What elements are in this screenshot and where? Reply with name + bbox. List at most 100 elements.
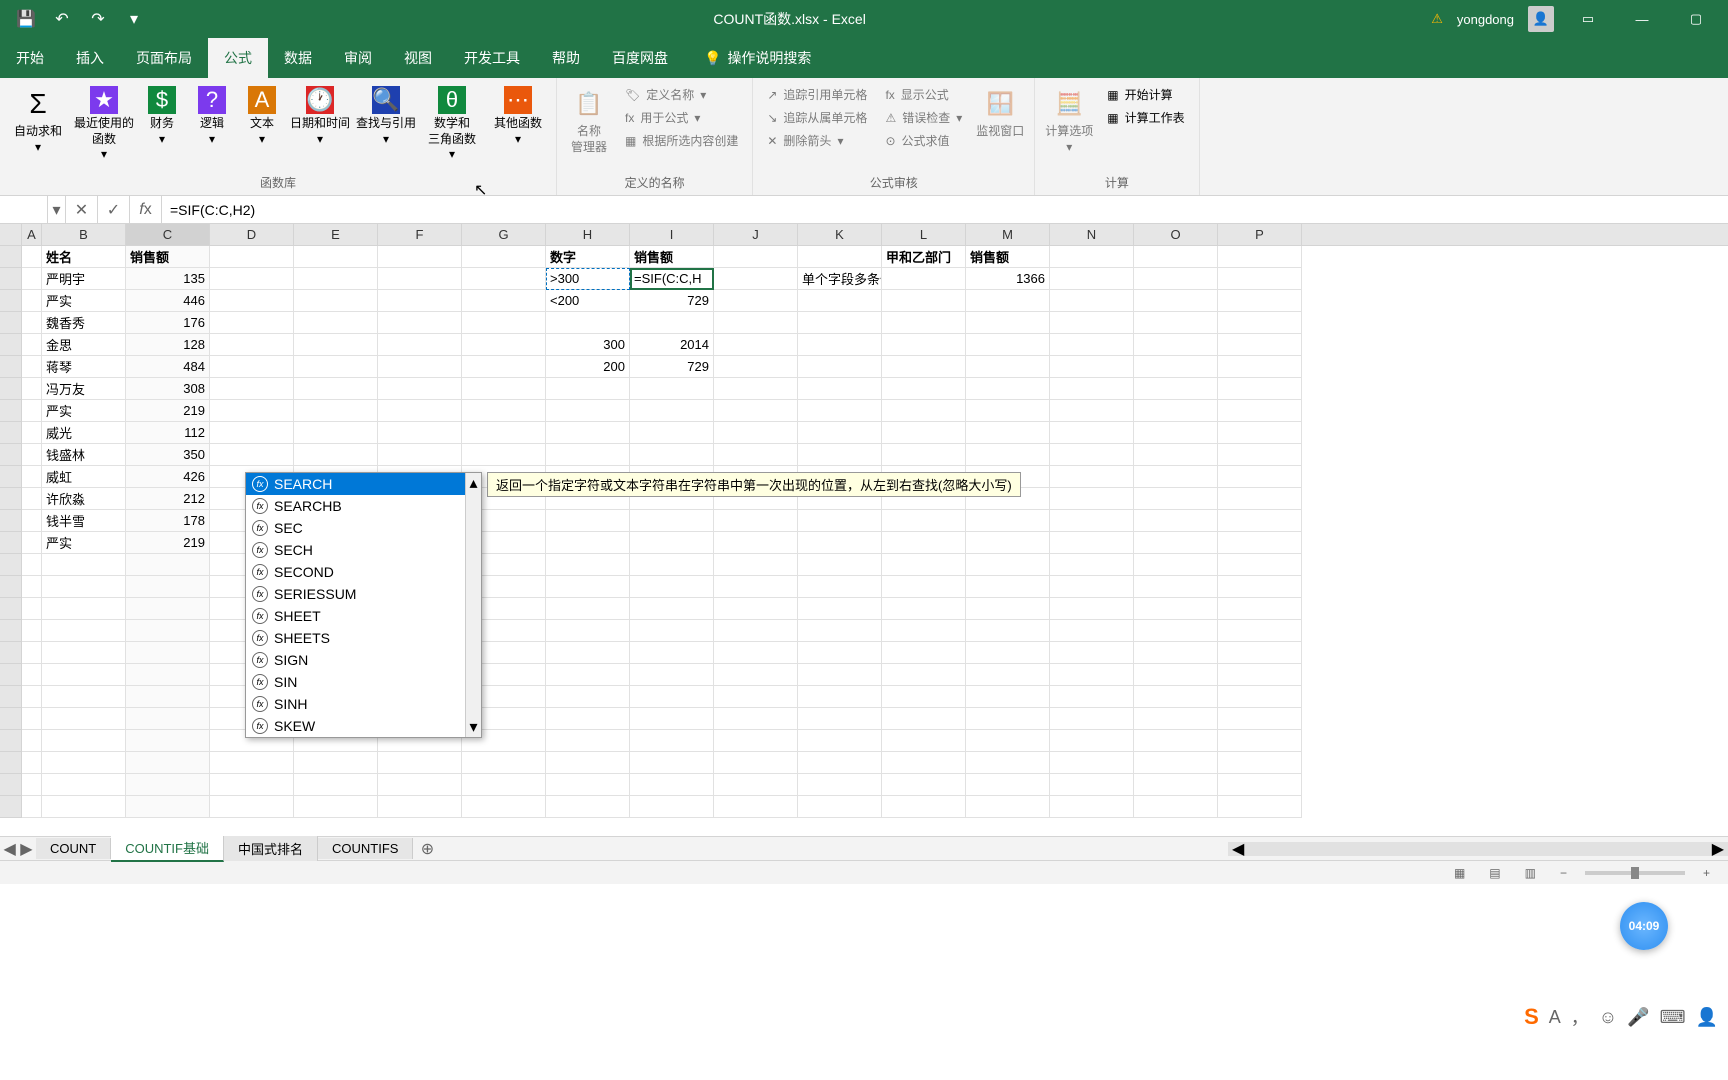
cell[interactable] [966, 400, 1050, 422]
cell[interactable] [882, 598, 966, 620]
cell[interactable] [714, 510, 798, 532]
cell[interactable] [714, 334, 798, 356]
ime-voice-icon[interactable]: 🎤 [1627, 1007, 1649, 1028]
cell[interactable] [546, 774, 630, 796]
cell[interactable] [1134, 466, 1218, 488]
cell[interactable] [126, 730, 210, 752]
cell[interactable] [462, 334, 546, 356]
cell[interactable] [546, 796, 630, 818]
autocomplete-item[interactable]: fxSHEET [246, 605, 481, 627]
cell[interactable] [546, 598, 630, 620]
formula-input[interactable] [162, 196, 1728, 223]
cell[interactable] [462, 378, 546, 400]
col-I[interactable]: I [630, 224, 714, 245]
autocomplete-item[interactable]: fxSERIESSUM [246, 583, 481, 605]
cell[interactable] [1050, 576, 1134, 598]
cell[interactable] [210, 312, 294, 334]
col-O[interactable]: O [1134, 224, 1218, 245]
cell[interactable] [966, 378, 1050, 400]
autosum-button[interactable]: Σ自动求和▾ [6, 82, 70, 172]
cell[interactable] [630, 444, 714, 466]
maximize-icon[interactable]: ▢ [1676, 0, 1716, 38]
eval-formula-button[interactable]: ⊙公式求值 [881, 130, 966, 151]
cell[interactable] [210, 246, 294, 268]
cell[interactable]: 威光 [42, 422, 126, 444]
cell[interactable] [378, 774, 462, 796]
cell[interactable] [378, 400, 462, 422]
cell[interactable] [630, 400, 714, 422]
cell[interactable]: <200 [546, 290, 630, 312]
cell[interactable] [1218, 510, 1302, 532]
cell[interactable] [42, 664, 126, 686]
col-P[interactable]: P [1218, 224, 1302, 245]
cell[interactable] [210, 752, 294, 774]
undo-icon[interactable]: ↶ [48, 5, 76, 33]
cell[interactable]: 严实 [42, 290, 126, 312]
cell[interactable] [22, 246, 42, 268]
cell[interactable] [798, 356, 882, 378]
col-C[interactable]: C [126, 224, 210, 245]
cell[interactable] [546, 400, 630, 422]
cell[interactable] [1134, 796, 1218, 818]
cell[interactable] [882, 686, 966, 708]
cell[interactable] [630, 774, 714, 796]
cell[interactable] [1134, 554, 1218, 576]
cell[interactable] [126, 598, 210, 620]
cell[interactable] [22, 356, 42, 378]
cell[interactable] [1218, 598, 1302, 620]
cell[interactable] [1218, 642, 1302, 664]
cell[interactable] [1134, 532, 1218, 554]
cell[interactable] [882, 664, 966, 686]
cell[interactable] [42, 598, 126, 620]
remove-arrows-button[interactable]: ✕删除箭头▾ [763, 130, 871, 151]
cell[interactable] [1134, 642, 1218, 664]
cell[interactable]: 300 [546, 334, 630, 356]
cell[interactable] [798, 334, 882, 356]
cell[interactable] [22, 268, 42, 290]
create-from-sel-button[interactable]: ▦根据所选内容创建 [621, 130, 742, 151]
cell[interactable] [22, 642, 42, 664]
cell[interactable] [1050, 510, 1134, 532]
cell[interactable] [22, 466, 42, 488]
cell[interactable] [1050, 752, 1134, 774]
cell[interactable] [1218, 752, 1302, 774]
cell[interactable] [882, 730, 966, 752]
cell[interactable] [22, 488, 42, 510]
cell[interactable] [462, 312, 546, 334]
cell[interactable] [378, 378, 462, 400]
cell[interactable] [1050, 774, 1134, 796]
cell[interactable] [966, 554, 1050, 576]
cell[interactable] [22, 510, 42, 532]
cell[interactable] [798, 290, 882, 312]
cell[interactable] [798, 532, 882, 554]
cell[interactable] [966, 730, 1050, 752]
cell[interactable] [546, 730, 630, 752]
sheet-tab-rank[interactable]: 中国式排名 [224, 836, 318, 861]
cell[interactable] [42, 686, 126, 708]
cell[interactable] [630, 686, 714, 708]
cell[interactable] [966, 686, 1050, 708]
cell[interactable] [966, 774, 1050, 796]
cell[interactable] [882, 510, 966, 532]
cell[interactable] [714, 774, 798, 796]
cell[interactable] [882, 334, 966, 356]
add-sheet-button[interactable]: ⊕ [413, 839, 441, 859]
cell[interactable] [630, 510, 714, 532]
save-icon[interactable]: 💾 [12, 5, 40, 33]
cell[interactable]: 1366 [966, 268, 1050, 290]
cell[interactable] [126, 620, 210, 642]
tell-me[interactable]: 💡 操作说明搜索 [704, 38, 811, 78]
cell[interactable] [546, 532, 630, 554]
col-E[interactable]: E [294, 224, 378, 245]
cell[interactable] [966, 664, 1050, 686]
autocomplete-scrollbar[interactable]: ▴ ▾ [465, 473, 481, 737]
cell[interactable]: 魏香秀 [42, 312, 126, 334]
col-M[interactable]: M [966, 224, 1050, 245]
cell[interactable] [714, 642, 798, 664]
sogou-icon[interactable]: S [1524, 1004, 1539, 1030]
ime-emoji-icon[interactable]: ☺ [1599, 1007, 1617, 1028]
cell[interactable] [1050, 268, 1134, 290]
cell[interactable] [22, 598, 42, 620]
cell[interactable] [798, 312, 882, 334]
cell[interactable] [1050, 664, 1134, 686]
